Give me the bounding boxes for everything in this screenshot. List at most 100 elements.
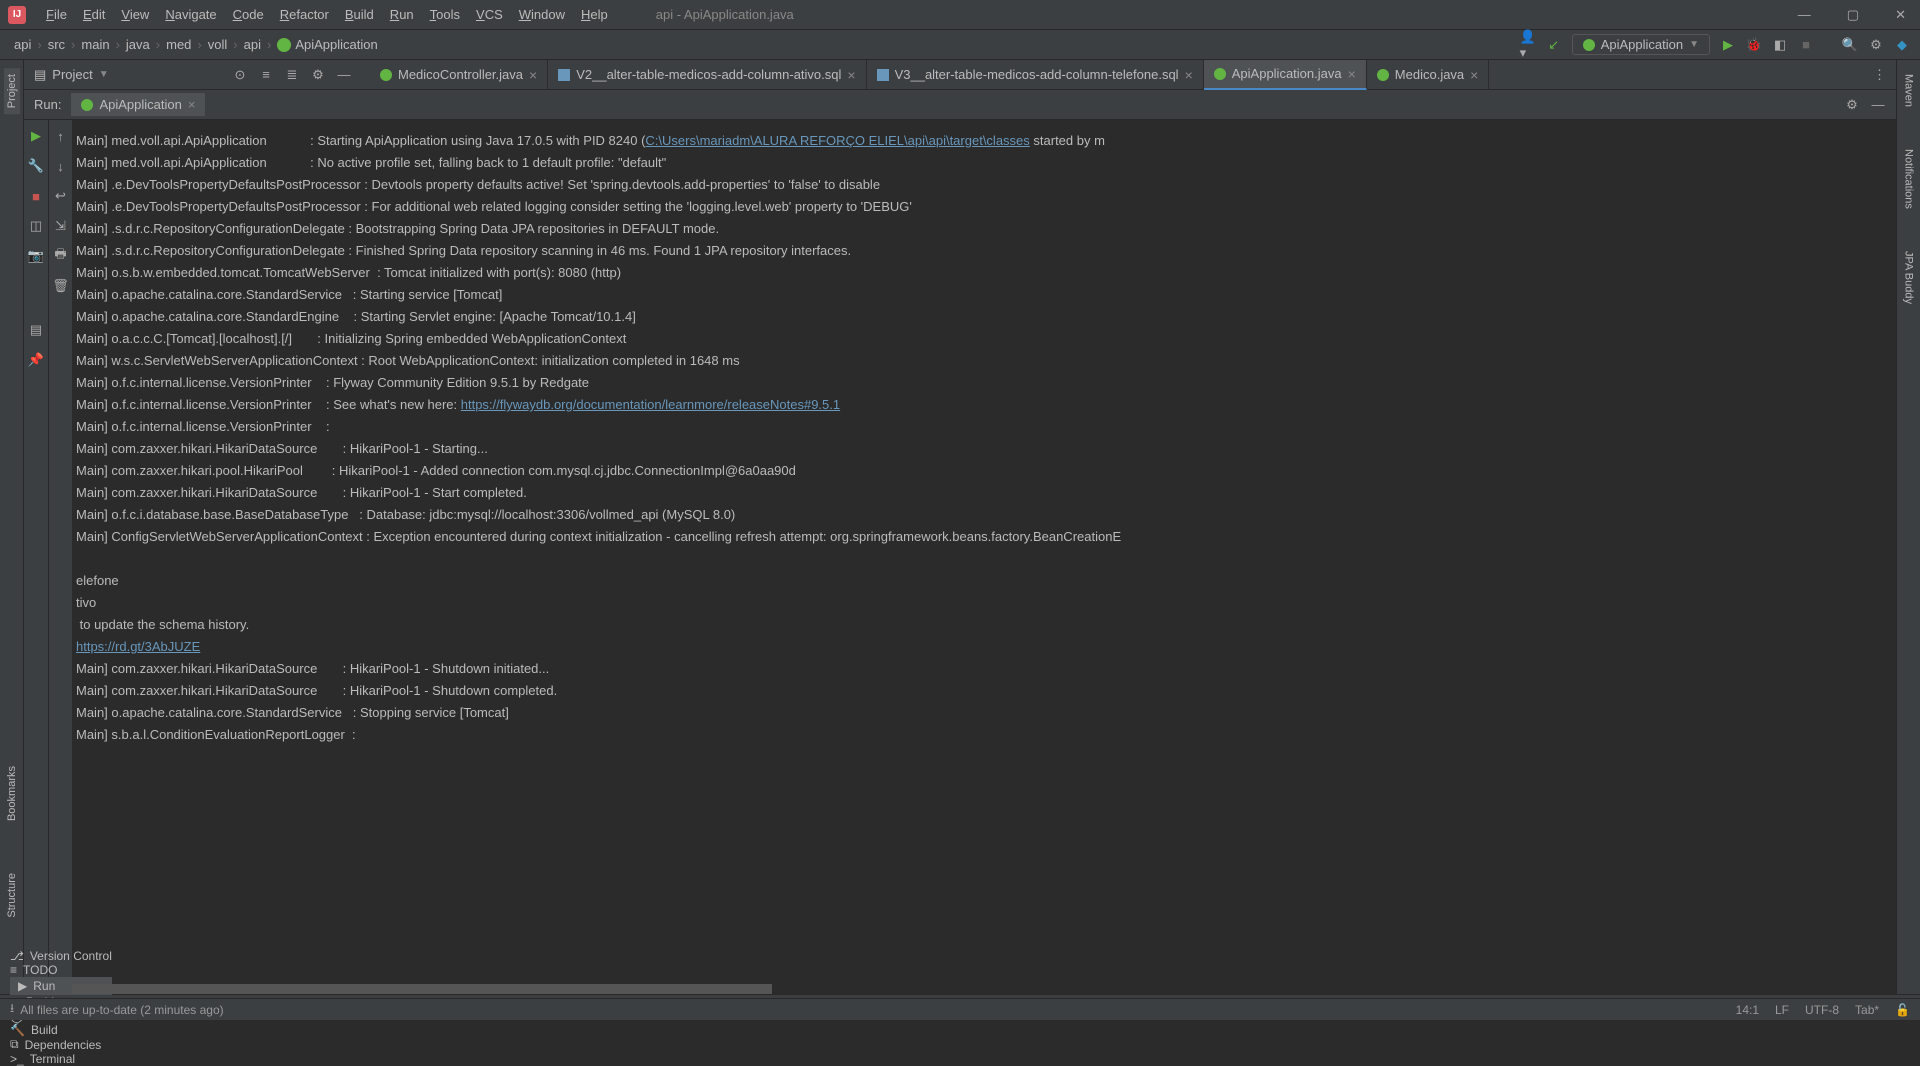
hide-icon[interactable]: — — [1870, 97, 1886, 113]
breadcrumb-item[interactable]: main — [77, 37, 113, 52]
breadcrumb-item[interactable]: voll — [204, 37, 232, 52]
maven-tool-tab[interactable]: Maven — [1901, 68, 1917, 113]
close-icon[interactable]: × — [1185, 67, 1193, 83]
java-class-icon — [277, 38, 291, 52]
console-line: Main] med.voll.api.ApiApplication : Star… — [76, 130, 1892, 152]
close-icon[interactable]: × — [529, 67, 537, 83]
close-icon[interactable]: × — [1470, 67, 1478, 83]
project-view-icon: ▤ — [34, 67, 46, 83]
notifications-tool-tab[interactable]: Notifications — [1901, 143, 1917, 215]
indent-info[interactable]: Tab* — [1855, 1003, 1879, 1017]
editor-tab[interactable]: V2__alter-table-medicos-add-column-ativo… — [548, 60, 866, 90]
settings-icon[interactable]: ⚙ — [1868, 37, 1884, 53]
wrench-icon[interactable]: 🔧 — [28, 158, 44, 174]
close-icon[interactable]: × — [1348, 66, 1356, 82]
project-tool-title: Project — [52, 67, 92, 82]
pin-icon[interactable]: 📌 — [28, 352, 44, 368]
menu-view[interactable]: View — [113, 7, 157, 22]
horizontal-scrollbar[interactable] — [72, 984, 772, 994]
menu-vcs[interactable]: VCS — [468, 7, 511, 22]
console-line: https://rd.gt/3AbJUZE — [76, 636, 1892, 658]
console-output[interactable]: Main] med.voll.api.ApiApplication : Star… — [72, 120, 1896, 994]
java-icon — [1377, 69, 1389, 81]
console-link[interactable]: https://flywaydb.org/documentation/learn… — [461, 397, 840, 412]
breadcrumb-item[interactable]: api — [10, 37, 35, 52]
console-link[interactable]: C:\Users\mariadm\ALURA REFORÇO ELIEL\api… — [645, 133, 1029, 148]
vcs-status-icon[interactable]: ⭳ — [10, 999, 14, 1020]
up-icon[interactable]: ↑ — [53, 128, 69, 144]
search-icon[interactable]: 🔍 — [1842, 37, 1858, 53]
gear-icon[interactable]: ⚙ — [1844, 97, 1860, 113]
menu-code[interactable]: Code — [225, 7, 272, 22]
user-icon[interactable]: 👤▾ — [1520, 37, 1536, 53]
vcs-update-icon[interactable]: ↙ — [1546, 37, 1562, 53]
java-icon — [1583, 39, 1595, 51]
run-tab[interactable]: ApiApplication × — [71, 93, 205, 116]
soft-wrap-icon[interactable]: ↩ — [53, 188, 69, 204]
breadcrumb-item[interactable]: src — [44, 37, 69, 52]
bottom-tab-build[interactable]: 🔨Build — [10, 1023, 112, 1037]
collapse-all-icon[interactable]: ≣ — [284, 67, 300, 83]
menu-run[interactable]: Run — [382, 7, 422, 22]
structure-tool-tab[interactable]: Structure — [4, 867, 20, 924]
maximize-icon[interactable]: ▢ — [1841, 7, 1865, 23]
tabs-menu-icon[interactable]: ⋮ — [1873, 67, 1886, 83]
clear-icon[interactable]: 🗑 — [53, 278, 69, 294]
menu-build[interactable]: Build — [337, 7, 382, 22]
print-icon[interactable]: 🖶 — [53, 248, 69, 264]
minimize-icon[interactable]: — — [1792, 7, 1817, 23]
tool-icon: ▶ — [18, 979, 27, 993]
console-line: Main] .e.DevToolsPropertyDefaultsPostPro… — [76, 174, 1892, 196]
menu-tools[interactable]: Tools — [422, 7, 468, 22]
coverage-button[interactable]: ◧ — [1772, 37, 1788, 53]
breadcrumb-item[interactable]: med — [162, 37, 195, 52]
layout-settings-icon[interactable]: ▤ — [28, 322, 44, 338]
breadcrumb-item[interactable]: api — [240, 37, 265, 52]
debug-button[interactable]: 🐞 — [1746, 37, 1762, 53]
down-icon[interactable]: ↓ — [53, 158, 69, 174]
bookmarks-tool-tab[interactable]: Bookmarks — [4, 760, 20, 827]
gear-icon[interactable]: ⚙ — [310, 67, 326, 83]
menu-help[interactable]: Help — [573, 7, 616, 22]
console-link[interactable]: https://rd.gt/3AbJUZE — [76, 639, 200, 654]
stop-icon[interactable]: ■ — [28, 188, 44, 204]
menu-refactor[interactable]: Refactor — [272, 7, 337, 22]
breadcrumb-item[interactable]: java — [122, 37, 154, 52]
menu-navigate[interactable]: Navigate — [157, 7, 224, 22]
camera-icon[interactable]: 📷 — [28, 248, 44, 264]
editor-tab[interactable]: MedicoController.java× — [370, 60, 548, 90]
layout-icon[interactable]: ◫ — [28, 218, 44, 234]
readonly-lock-icon[interactable]: 🔓 — [1895, 1003, 1910, 1017]
run-configuration-selector[interactable]: ApiApplication ▼ — [1572, 34, 1710, 55]
run-button[interactable]: ▶ — [1720, 37, 1736, 53]
editor-tab[interactable]: Medico.java× — [1367, 60, 1490, 90]
stop-button[interactable]: ■ — [1798, 37, 1814, 53]
jpa-buddy-tool-tab[interactable]: JPA Buddy — [1901, 245, 1917, 310]
project-tool-tab[interactable]: Project — [4, 68, 20, 114]
console-line: Main] o.f.c.internal.license.VersionPrin… — [76, 416, 1892, 438]
menu-file[interactable]: File — [38, 7, 75, 22]
expand-all-icon[interactable]: ≡ — [258, 67, 274, 83]
close-icon[interactable]: × — [188, 97, 196, 112]
line-separator[interactable]: LF — [1775, 1003, 1789, 1017]
run-tool-title: Run: — [34, 97, 61, 112]
chevron-down-icon[interactable]: ▼ — [99, 69, 109, 80]
select-opened-file-icon[interactable]: ⊙ — [232, 67, 248, 83]
scroll-end-icon[interactable]: ⇲ — [53, 218, 69, 234]
breadcrumb-item[interactable]: ApiApplication — [273, 37, 381, 52]
close-icon[interactable]: ✕ — [1889, 7, 1912, 23]
menu-edit[interactable]: Edit — [75, 7, 113, 22]
caret-position[interactable]: 14:1 — [1736, 1003, 1759, 1017]
file-encoding[interactable]: UTF-8 — [1805, 1003, 1839, 1017]
bottom-tab-dependencies[interactable]: ⧉Dependencies — [10, 1037, 112, 1052]
editor-tab[interactable]: V3__alter-table-medicos-add-column-telef… — [867, 60, 1204, 90]
rerun-button[interactable]: ▶ — [28, 128, 44, 144]
status-bar: ⭳ All files are up-to-date (2 minutes ag… — [0, 998, 1920, 1020]
editor-tab[interactable]: ApiApplication.java× — [1204, 60, 1367, 90]
java-icon — [380, 69, 392, 81]
code-with-me-icon[interactable]: ◆ — [1894, 37, 1910, 53]
close-icon[interactable]: × — [847, 67, 855, 83]
menu-window[interactable]: Window — [511, 7, 573, 22]
hide-icon[interactable]: — — [336, 67, 352, 83]
bottom-tab-terminal[interactable]: >_Terminal — [10, 1052, 112, 1066]
